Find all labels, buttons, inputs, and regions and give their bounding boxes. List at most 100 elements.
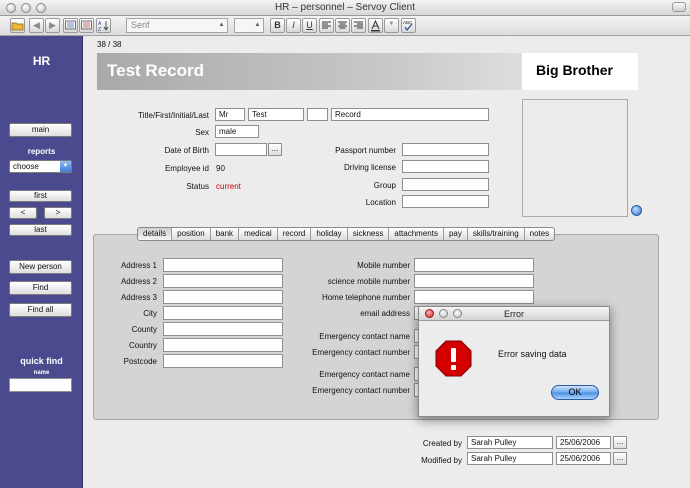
- modified-date-button[interactable]: ...: [613, 452, 627, 465]
- main-button[interactable]: main: [9, 123, 72, 137]
- modified-by-field[interactable]: Sarah Pulley: [467, 452, 553, 465]
- align-left-icon[interactable]: [319, 18, 334, 33]
- sidebar-title: HR: [32, 54, 51, 68]
- italic-button[interactable]: I: [286, 18, 301, 33]
- first-button[interactable]: first: [9, 190, 72, 202]
- dob-picker-button[interactable]: ...: [268, 143, 282, 156]
- tab-holiday[interactable]: holiday: [311, 228, 348, 240]
- window-titlebar: HR – personnel – Servoy Client: [0, 0, 690, 16]
- contact-label: Emergency contact name: [319, 370, 410, 379]
- contact-field[interactable]: [414, 258, 534, 272]
- address-label: Country: [128, 341, 157, 350]
- title-field[interactable]: Mr: [215, 108, 245, 121]
- contact-field[interactable]: [414, 274, 534, 288]
- modified-date-field[interactable]: 25/06/2006: [556, 452, 611, 465]
- passport-field[interactable]: [402, 143, 489, 156]
- address-field[interactable]: [163, 290, 283, 304]
- last-button[interactable]: last: [9, 224, 72, 236]
- font-family-select[interactable]: Serif ▲: [126, 18, 228, 33]
- address-field[interactable]: [163, 274, 283, 288]
- sex-field[interactable]: male: [215, 125, 259, 138]
- bold-button[interactable]: B: [270, 18, 285, 33]
- error-stop-icon: [435, 340, 472, 377]
- align-center-icon[interactable]: [335, 18, 350, 33]
- quick-find-input[interactable]: [9, 378, 72, 392]
- created-date-field[interactable]: 25/06/2006: [556, 436, 611, 449]
- address-field[interactable]: [163, 354, 283, 368]
- toolbar-toggle-icon[interactable]: [672, 2, 686, 12]
- address-field[interactable]: [163, 258, 283, 272]
- font-color-icon[interactable]: [368, 18, 383, 33]
- contact-label: science mobile number: [327, 277, 410, 286]
- brand-text: Big Brother: [536, 62, 613, 78]
- reports-select[interactable]: choose ▼: [9, 160, 72, 173]
- tab-pay[interactable]: pay: [444, 228, 468, 240]
- error-message: Error saving data: [498, 349, 567, 359]
- tab-notes[interactable]: notes: [525, 228, 555, 240]
- created-by-field[interactable]: Sarah Pulley: [467, 436, 553, 449]
- reports-label: reports: [27, 147, 56, 156]
- new-person-button[interactable]: New person: [9, 260, 72, 274]
- prev-button[interactable]: <: [9, 207, 37, 219]
- address-label: Address 3: [120, 293, 157, 302]
- initial-field[interactable]: [307, 108, 328, 121]
- photo-box[interactable]: [522, 99, 628, 217]
- next-button[interactable]: >: [44, 207, 72, 219]
- address-label: Address 1: [120, 261, 157, 270]
- address-field[interactable]: [163, 306, 283, 320]
- address-field[interactable]: [163, 322, 283, 336]
- spellcheck-icon[interactable]: ABC: [401, 18, 416, 33]
- open-folder-icon[interactable]: [10, 18, 25, 33]
- tab-bank[interactable]: bank: [211, 228, 240, 240]
- tab-record[interactable]: record: [278, 228, 312, 240]
- tab-attachments[interactable]: attachments: [389, 228, 444, 240]
- ok-button[interactable]: OK: [551, 385, 599, 400]
- chevron-down-icon: ▼: [60, 161, 71, 172]
- location-field[interactable]: [402, 195, 489, 208]
- tab-skills-training[interactable]: skills/training: [468, 228, 525, 240]
- status-value: current: [216, 182, 241, 191]
- forward-icon[interactable]: ▶: [45, 18, 60, 33]
- align-right-icon[interactable]: [351, 18, 366, 33]
- dob-field[interactable]: [215, 143, 267, 156]
- font-size-select[interactable]: ▲: [234, 18, 264, 33]
- tab-details[interactable]: details: [138, 228, 173, 240]
- tab-sickness[interactable]: sickness: [348, 228, 390, 240]
- tab-medical[interactable]: medical: [239, 228, 278, 240]
- created-by-label: Created by: [422, 439, 462, 448]
- employee-id-label: Employee id: [164, 164, 209, 173]
- dob-label: Date of Birth: [164, 146, 209, 155]
- record-title: Test Record: [107, 61, 204, 80]
- sort-icon[interactable]: AZ: [96, 18, 111, 33]
- created-date-button[interactable]: ...: [613, 436, 627, 449]
- chevron-down-icon[interactable]: ▼: [384, 18, 399, 33]
- first-name-field[interactable]: Test: [248, 108, 304, 121]
- back-icon[interactable]: ◀: [29, 18, 44, 33]
- last-name-field[interactable]: Record: [331, 108, 489, 121]
- group-label: Group: [373, 181, 396, 190]
- window-title: HR – personnel – Servoy Client: [274, 2, 416, 13]
- location-label: Location: [365, 198, 396, 207]
- record-counter: 38 / 38: [97, 40, 122, 49]
- find-all-button[interactable]: Find all: [9, 303, 72, 317]
- omit-record-icon[interactable]: [63, 18, 78, 33]
- contact-label: email address: [360, 309, 410, 318]
- underline-button[interactable]: U: [302, 18, 317, 33]
- quick-find-title: quick find: [20, 356, 63, 366]
- contact-field[interactable]: [414, 290, 534, 304]
- photo-options-icon[interactable]: [631, 205, 642, 216]
- find-button[interactable]: Find: [9, 281, 72, 295]
- address-label: City: [143, 309, 157, 318]
- tab-position[interactable]: position: [172, 228, 211, 240]
- address-field[interactable]: [163, 338, 283, 352]
- license-field[interactable]: [402, 160, 489, 173]
- passport-label: Passport number: [335, 146, 396, 155]
- contact-label: Emergency contact name: [319, 332, 410, 341]
- chevron-down-icon: ▲: [254, 22, 261, 28]
- quick-find-sub: name: [33, 370, 50, 376]
- group-field[interactable]: [402, 178, 489, 191]
- status-label: Status: [186, 182, 209, 191]
- employee-id-value: 90: [216, 164, 225, 173]
- show-omitted-icon[interactable]: [79, 18, 94, 33]
- toolbar: ◀ ▶ AZ Serif ▲ ▲ B I U ▼ ABC: [0, 16, 690, 36]
